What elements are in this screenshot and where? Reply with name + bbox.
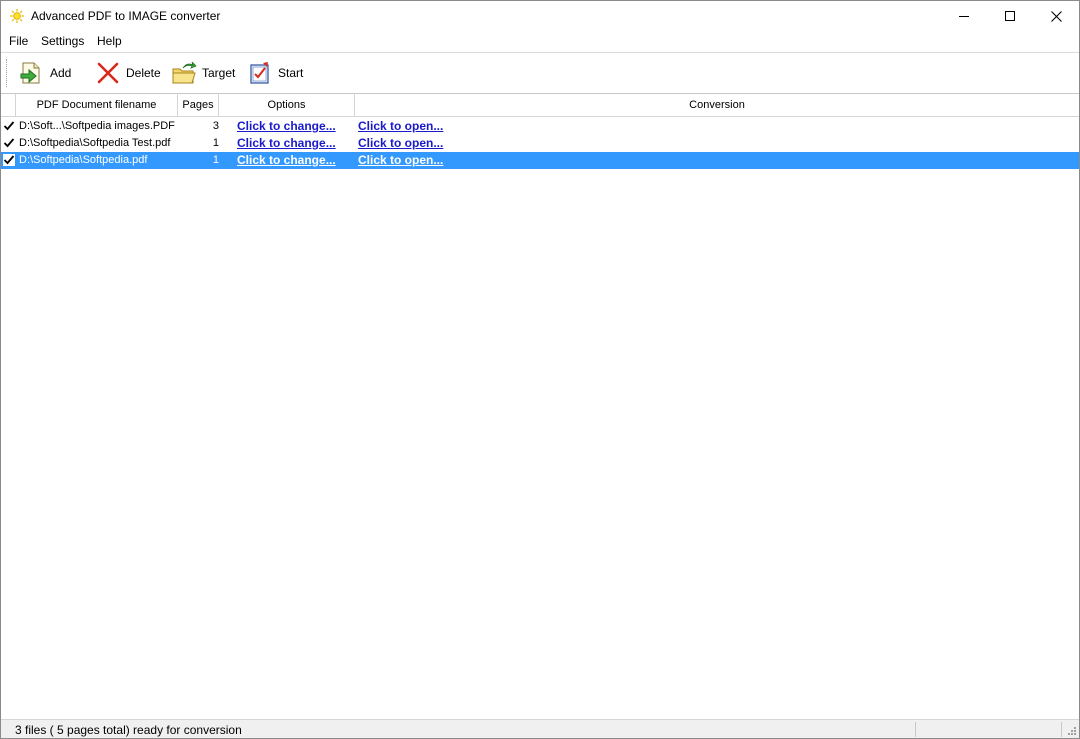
header-check[interactable] (1, 94, 16, 116)
checkmark-icon (3, 155, 15, 165)
add-button[interactable]: Add (19, 58, 71, 88)
row-conversion-link[interactable]: Click to open... (358, 152, 658, 169)
app-window: Advanced PDF to IMAGE converter File Set… (0, 0, 1080, 739)
row-filename: D:\Softpedia\Softpedia.pdf (19, 154, 148, 166)
row-pages: 1 (212, 137, 219, 149)
table-row[interactable]: D:\Softpedia\Softpedia Test.pdf 1 Click … (1, 135, 1079, 152)
row-checkbox[interactable] (3, 154, 15, 166)
start-button[interactable]: Start (247, 58, 303, 88)
title-bar[interactable]: Advanced PDF to IMAGE converter (1, 1, 1079, 31)
menu-bar: File Settings Help (1, 31, 1079, 51)
resize-grip-icon[interactable] (1065, 724, 1077, 736)
header-pages[interactable]: Pages (178, 94, 219, 116)
row-options-link[interactable]: Click to change... (237, 152, 355, 169)
row-conversion-link[interactable]: Click to open... (358, 118, 658, 135)
table-row[interactable]: D:\Soft...\Softpedia images.PDF 3 Click … (1, 118, 1079, 135)
maximize-icon (1005, 11, 1015, 21)
checkmark-icon (3, 138, 15, 148)
status-bar: 3 files ( 5 pages total) ready for conve… (1, 719, 1079, 738)
delete-label: Delete (126, 66, 161, 80)
header-conversion[interactable]: Conversion (355, 94, 1079, 116)
delete-button[interactable]: Delete (95, 58, 161, 88)
toolbar: Add Delete Target Start (1, 52, 1079, 93)
row-filename: D:\Soft...\Softpedia images.PDF (19, 120, 175, 132)
menu-help[interactable]: Help (95, 34, 124, 48)
close-icon (1050, 10, 1062, 22)
add-document-icon (19, 60, 45, 86)
toolbar-grip[interactable] (6, 59, 10, 87)
status-divider (1061, 722, 1062, 737)
row-conversion-link[interactable]: Click to open... (358, 135, 658, 152)
header-options[interactable]: Options (219, 94, 355, 116)
row-checkbox[interactable] (3, 120, 15, 132)
target-label: Target (202, 66, 236, 80)
checkmark-icon (3, 121, 15, 131)
sun-icon (9, 8, 25, 24)
checklist-icon (247, 60, 273, 86)
start-label: Start (278, 66, 304, 80)
menu-settings[interactable]: Settings (39, 34, 86, 48)
red-x-icon (95, 60, 121, 86)
row-filename: D:\Softpedia\Softpedia Test.pdf (19, 137, 171, 149)
header-filename[interactable]: PDF Document filename (16, 94, 178, 116)
folder-arrow-icon (171, 60, 197, 86)
list-header: PDF Document filename Pages Options Conv… (1, 94, 1079, 117)
status-divider (915, 722, 916, 737)
maximize-button[interactable] (987, 1, 1033, 31)
target-button[interactable]: Target (171, 58, 235, 88)
row-options-link[interactable]: Click to change... (237, 118, 355, 135)
minimize-button[interactable] (941, 1, 987, 31)
menu-file[interactable]: File (7, 34, 30, 48)
table-row-selected[interactable]: D:\Softpedia\Softpedia.pdf 1 Click to ch… (1, 152, 1079, 169)
status-text: 3 files ( 5 pages total) ready for conve… (15, 723, 242, 737)
minimize-icon (959, 16, 969, 17)
window-title: Advanced PDF to IMAGE converter (31, 9, 221, 23)
file-list[interactable]: PDF Document filename Pages Options Conv… (1, 93, 1079, 720)
row-checkbox[interactable] (3, 137, 15, 149)
row-pages: 3 (212, 120, 219, 132)
close-button[interactable] (1033, 1, 1079, 31)
add-label: Add (50, 66, 72, 80)
row-options-link[interactable]: Click to change... (237, 135, 355, 152)
row-pages: 1 (212, 154, 219, 166)
